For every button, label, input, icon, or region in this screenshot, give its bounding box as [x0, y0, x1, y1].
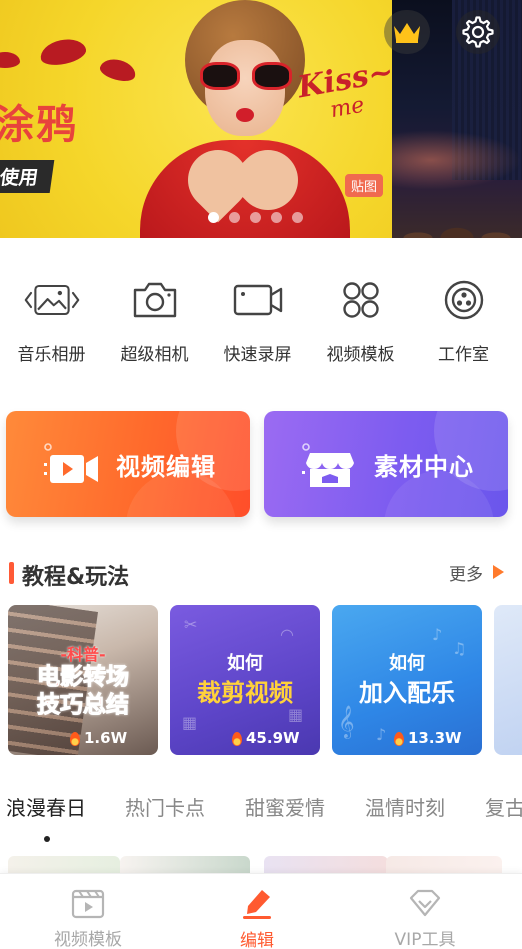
settings-button[interactable] — [456, 10, 500, 54]
tutorials-header: 教程&玩法 更多 — [0, 558, 522, 590]
nav-edit[interactable]: 编辑 — [170, 874, 344, 949]
tool-label: 超级相机 — [120, 345, 189, 365]
bottom-navigation: 视频模板 编辑 VIP工具 — [0, 873, 522, 949]
music-album-icon — [24, 272, 80, 328]
template-grid-icon — [333, 272, 389, 328]
studio-icon — [436, 272, 492, 328]
store-icon — [300, 441, 360, 491]
video-edit-icon — [42, 441, 102, 491]
tab-retro[interactable]: 复古 — [485, 792, 522, 821]
tab-sweet-love[interactable]: 甜蜜爱情 — [245, 792, 325, 821]
view-count: 1.6W — [84, 729, 128, 747]
nav-label: VIP工具 — [394, 930, 456, 949]
tutorial-card[interactable]: -科普- 电影转场 技巧总结 1.6W — [8, 605, 158, 755]
tool-label: 视频模板 — [326, 345, 395, 365]
view-count: 45.9W — [246, 729, 300, 747]
tool-super-camera[interactable]: 超级相机 — [103, 266, 206, 366]
vip-crown-button[interactable] — [384, 10, 430, 54]
video-edit-card[interactable]: 视频编辑 — [6, 411, 250, 517]
tutorial-title: 技巧总结 — [37, 692, 130, 719]
screen-record-icon — [230, 272, 286, 328]
fire-icon — [232, 732, 242, 746]
tutorial-tag: 如何 — [389, 653, 425, 674]
nav-label: 编辑 — [240, 931, 274, 949]
sticker-tag: 贴图 — [345, 174, 384, 197]
banner-kiss-art: Kiss~ me — [295, 54, 392, 130]
fire-icon — [394, 732, 404, 746]
nav-vip-tools[interactable]: VIP工具 — [338, 874, 512, 949]
material-center-label: 素材中心 — [374, 453, 474, 481]
fire-icon — [70, 732, 80, 746]
section-accent-bar — [9, 562, 14, 584]
tool-video-template[interactable]: 视频模板 — [309, 266, 412, 366]
tab-warm-moments[interactable]: 温情时刻 — [365, 792, 445, 821]
tutorial-title-line: 电影转场 技巧总结 — [8, 663, 158, 719]
carousel-dot — [208, 212, 219, 223]
nav-video-template[interactable]: 视频模板 — [1, 874, 175, 949]
banner-subtitle-art: 使用 — [0, 160, 55, 193]
lips-decoration — [0, 52, 20, 68]
video-edit-label: 视频编辑 — [116, 453, 216, 481]
film-template-icon — [71, 886, 105, 919]
view-count: 13.3W — [408, 729, 462, 747]
tool-music-album[interactable]: 音乐相册 — [0, 266, 103, 366]
lips-decoration — [98, 55, 138, 85]
quick-tools-row: 音乐相册 超级相机 快速录屏 视频模板 工作室 — [0, 266, 522, 366]
material-center-card[interactable]: 素材中心 — [264, 411, 508, 517]
active-tab-indicator — [44, 836, 50, 842]
tutorial-list: -科普- 电影转场 技巧总结 1.6W ✂ ◠ ▦ ▦ 如何 裁剪视频 45.9… — [8, 605, 522, 755]
tutorial-tag: -科普- — [60, 645, 106, 664]
tool-screen-record[interactable]: 快速录屏 — [206, 266, 309, 366]
camera-icon — [127, 272, 183, 328]
tutorial-title: 裁剪视频 — [197, 679, 293, 707]
category-tabs: 浪漫春日 热门卡点 甜蜜爱情 温情时刻 复古 — [0, 792, 522, 822]
tutorial-title: 加入配乐 — [359, 679, 455, 707]
tutorial-card[interactable]: ✂ ◠ ▦ ▦ 如何 裁剪视频 45.9W — [170, 605, 320, 755]
carousel-dot — [292, 212, 303, 223]
tutorial-title: 电影转场 — [37, 664, 130, 691]
carousel-dot — [229, 212, 240, 223]
tool-label: 快速录屏 — [223, 345, 292, 365]
tutorial-card[interactable]: ♪ ♫ 𝄞 ♪ 如何 加入配乐 13.3W — [332, 605, 482, 755]
edit-pencil-icon — [240, 886, 274, 920]
play-arrow-icon[interactable] — [493, 565, 504, 579]
tutorial-card[interactable] — [494, 605, 522, 755]
tutorials-title: 教程&玩法 — [22, 565, 130, 590]
vip-diamond-icon — [408, 886, 442, 919]
tab-romantic-spring[interactable]: 浪漫春日 — [6, 792, 86, 821]
crown-icon — [394, 23, 420, 43]
tool-label: 音乐相册 — [17, 345, 86, 365]
tool-studio[interactable]: 工作室 — [412, 266, 515, 366]
tutorial-tag: 如何 — [227, 653, 263, 674]
tool-label: 工作室 — [438, 345, 489, 365]
more-link[interactable]: 更多 — [449, 560, 483, 585]
gear-icon — [462, 16, 494, 48]
carousel-indicator — [208, 212, 303, 223]
carousel-dot — [250, 212, 261, 223]
banner-title-art: 涂鸦 — [0, 101, 78, 148]
tab-hot-beat[interactable]: 热门卡点 — [125, 792, 205, 821]
carousel-dot — [271, 212, 282, 223]
nav-label: 视频模板 — [54, 930, 122, 949]
banner-carousel[interactable]: 涂鸦 使用 Kiss~ me 贴图 — [0, 0, 522, 238]
lips-decoration — [38, 35, 88, 69]
banner-slide[interactable]: 涂鸦 使用 Kiss~ me 贴图 — [0, 0, 392, 238]
